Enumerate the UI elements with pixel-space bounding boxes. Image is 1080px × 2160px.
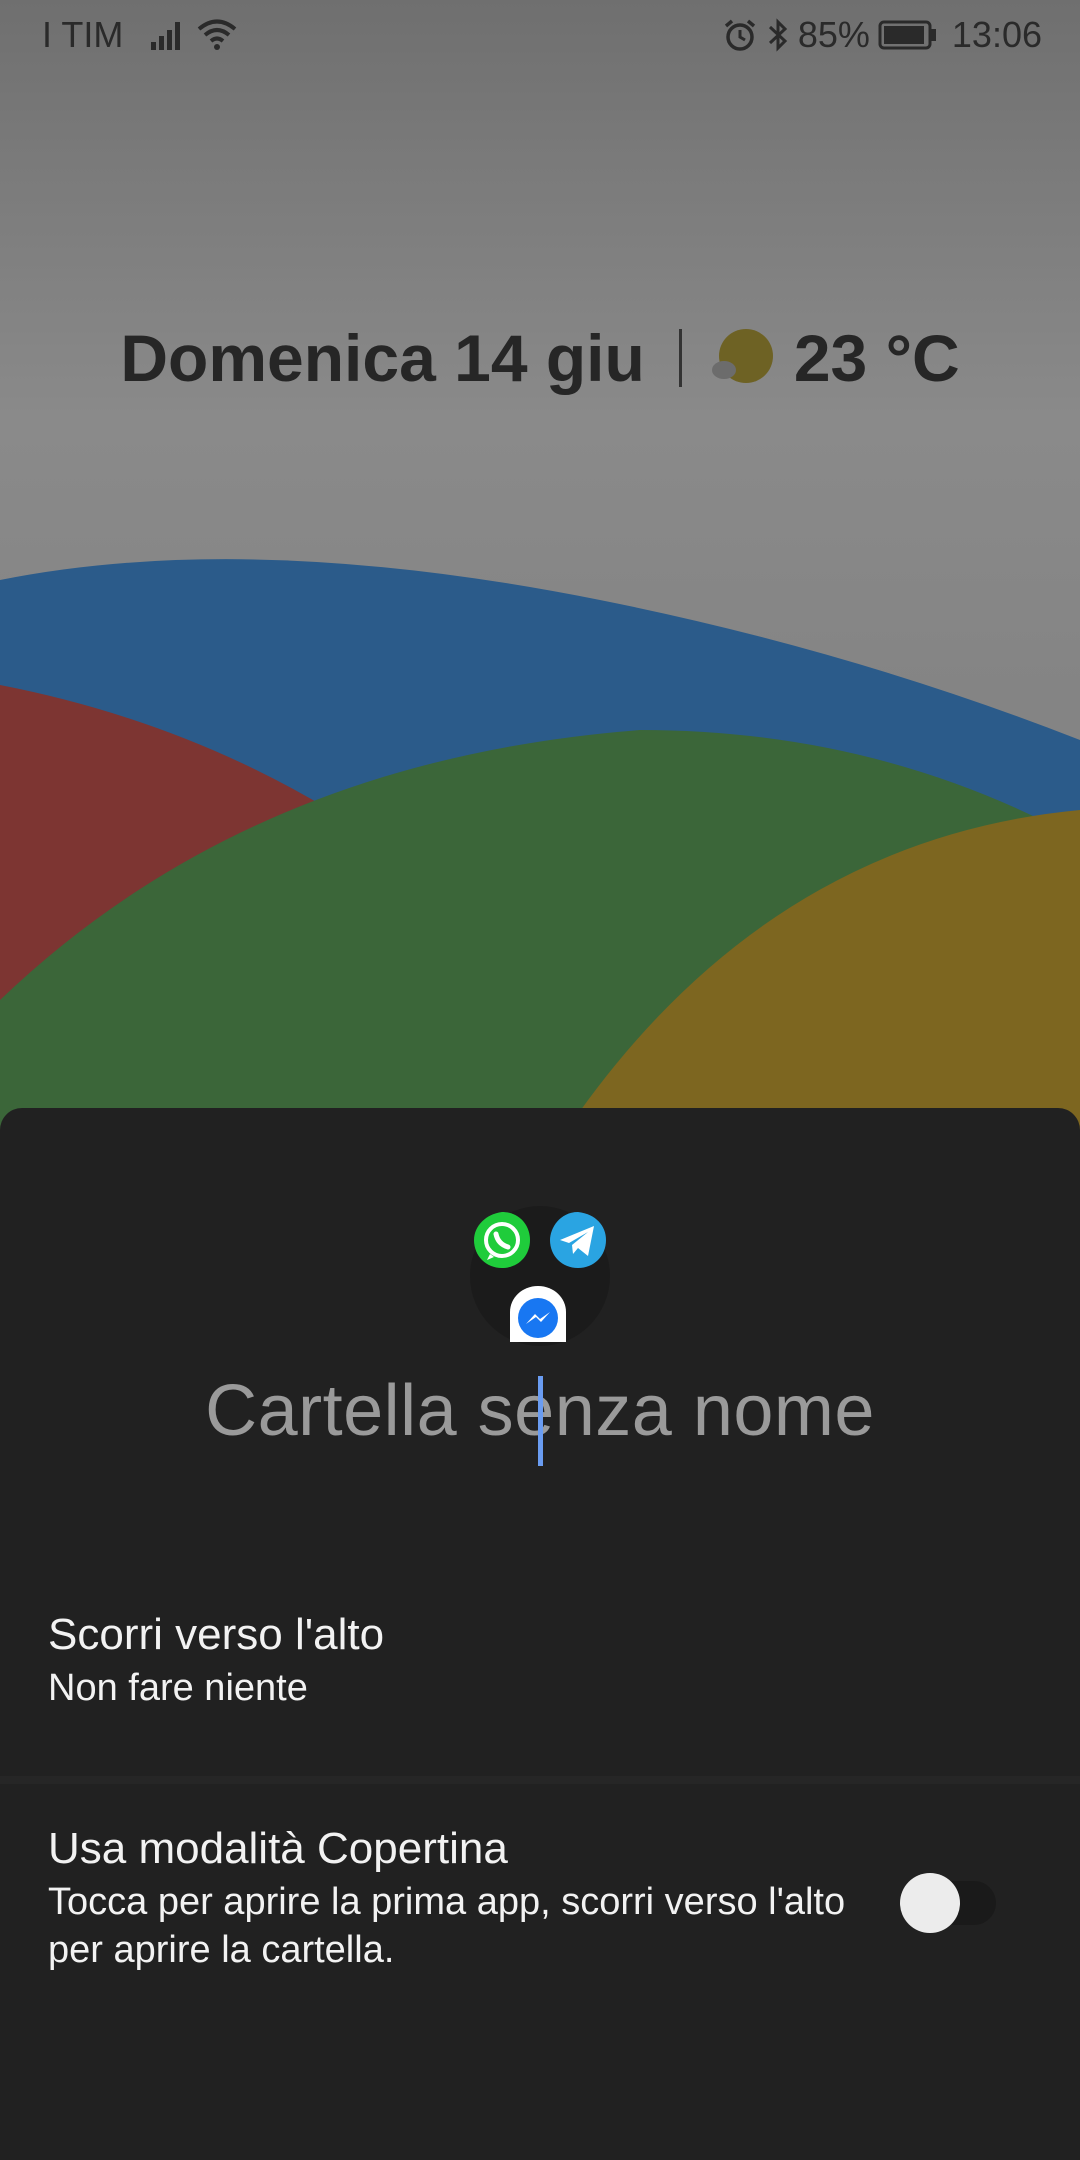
battery-icon [878,20,936,50]
swipe-up-setting[interactable]: Scorri verso l'alto Non fare niente [0,1606,1080,1786]
partly-cloudy-icon[interactable] [711,326,776,390]
clock: 13:06 [951,14,1042,55]
battery-percent: 85% [797,14,870,55]
cover-mode-title: Usa modalità Copertina [48,1824,508,1873]
status-left: I TIM [42,14,237,56]
wifi-icon [198,19,237,50]
divider [0,1776,1080,1784]
folder-sheet: Cartella senza nome Scorri verso l'alto … [0,1108,1080,2160]
carrier-label: I TIM [42,14,124,55]
text-cursor [538,1376,543,1466]
bluetooth-icon [768,18,788,52]
date-label[interactable]: Domenica 14 giu [120,320,645,396]
telegram-icon[interactable] [548,1210,608,1270]
alarm-icon [724,19,755,51]
date-weather-widget[interactable]: Domenica 14 giu 23 °C [0,318,1080,398]
signal-icon [151,22,181,50]
whatsapp-icon[interactable] [472,1210,532,1270]
home-screen: I TIM 85% 13:06 Domenica 14 giu 23 °C Ca… [0,0,1080,2160]
temperature-label[interactable]: 23 °C [794,320,960,396]
folder-preview-icon[interactable] [470,1206,610,1346]
cover-mode-toggle[interactable] [900,1873,996,1933]
messenger-icon[interactable] [508,1284,568,1344]
connectivity [149,18,237,52]
wallpaper [0,559,1080,1140]
toggle-knob[interactable] [900,1873,960,1933]
cover-mode-description: Tocca per aprire la prima app, scorri ve… [48,1881,846,1971]
status-right: 85% 13:06 [722,14,1042,56]
swipe-up-title: Scorri verso l'alto [48,1610,385,1659]
swipe-up-value: Non fare niente [48,1667,308,1709]
status-bar: I TIM 85% 13:06 [0,0,1080,72]
widget-divider [678,329,682,387]
